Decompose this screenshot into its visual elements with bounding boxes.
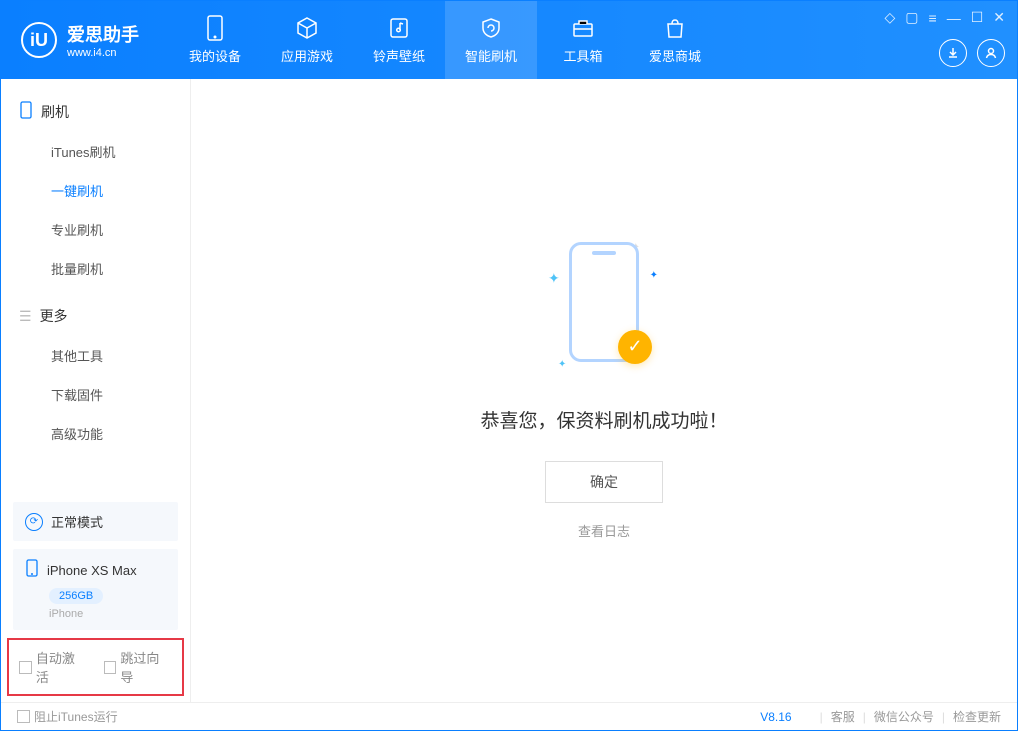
download-button[interactable] [939,39,967,67]
sidebar-item-itunes-flash[interactable]: iTunes刷机 [1,132,190,171]
footer-link-update[interactable]: 检查更新 [953,708,1001,725]
footer-link-wechat[interactable]: 微信公众号 [874,708,934,725]
section-title: 刷机 [41,102,69,122]
highlighted-options: 自动激活 跳过向导 [7,638,184,696]
logo-icon: iU [21,22,57,58]
tab-label: 我的设备 [189,46,241,65]
header-bar: iU 爱思助手 www.i4.cn 我的设备 应用游戏 铃声壁纸 智能刷机 工具… [1,1,1017,79]
tab-label: 工具箱 [563,46,602,65]
success-message: 恭喜您，保资料刷机成功啦！ [480,406,727,433]
sidebar-item-advanced[interactable]: 高级功能 [1,414,190,453]
list-icon: ☰ [19,308,32,325]
sidebar-item-download-fw[interactable]: 下载固件 [1,375,190,414]
sparkle-icon: ✦ [558,359,566,370]
device-icon [203,16,227,40]
tab-smart-flash[interactable]: 智能刷机 [445,1,537,79]
lock-icon[interactable]: ▢ [905,9,918,26]
checkbox-block-itunes[interactable]: 阻止iTunes运行 [17,708,118,725]
sidebar-section-more: ☰ 更多 [1,296,190,336]
storage-badge: 256GB [49,588,103,604]
mode-card[interactable]: ⟳ 正常模式 [13,502,178,541]
tab-my-device[interactable]: 我的设备 [169,1,261,79]
device-name: iPhone XS Max [47,563,137,578]
checkbox-icon [17,710,30,723]
shirt-icon[interactable]: ◇ [885,9,896,26]
sparkle-icon: ✦ [548,270,560,287]
tab-store[interactable]: 爱思商城 [629,1,721,79]
music-icon [387,16,411,40]
section-title: 更多 [40,306,68,326]
close-icon[interactable]: ✕ [993,9,1005,26]
sidebar-item-pro-flash[interactable]: 专业刷机 [1,210,190,249]
sidebar-item-other-tools[interactable]: 其他工具 [1,336,190,375]
version-label: V8.16 [760,710,791,724]
nav-tabs: 我的设备 应用游戏 铃声壁纸 智能刷机 工具箱 爱思商城 [169,1,721,79]
tab-label: 智能刷机 [465,46,517,65]
window-controls: ◇ ▢ ≡ — ☐ ✕ [885,9,1005,26]
check-badge-icon: ✓ [618,330,652,364]
app-name: 爱思助手 [67,21,139,47]
checkbox-auto-activate[interactable]: 自动激活 [19,648,88,686]
sidebar-item-batch-flash[interactable]: 批量刷机 [1,249,190,288]
checkbox-skip-guide[interactable]: 跳过向导 [104,648,173,686]
mode-icon: ⟳ [25,513,43,531]
checkbox-icon [104,661,117,674]
maximize-icon[interactable]: ☐ [971,9,984,26]
main-content: ✦ ✦ ✦ ✦ ✓ 恭喜您，保资料刷机成功啦！ 确定 查看日志 [191,79,1017,702]
mode-label: 正常模式 [51,512,103,531]
tab-label: 爱思商城 [649,46,701,65]
sidebar-item-oneclick-flash[interactable]: 一键刷机 [1,171,190,210]
tab-apps-games[interactable]: 应用游戏 [261,1,353,79]
device-card[interactable]: iPhone XS Max 256GB iPhone [13,549,178,630]
bag-icon [663,16,687,40]
tab-ringtones[interactable]: 铃声壁纸 [353,1,445,79]
success-illustration: ✦ ✦ ✦ ✦ ✓ [544,242,664,382]
phone-icon [19,101,33,122]
cube-icon [295,16,319,40]
sidebar: 刷机 iTunes刷机 一键刷机 专业刷机 批量刷机 ☰ 更多 其他工具 下载固… [1,79,191,702]
app-url: www.i4.cn [67,47,139,59]
footer-bar: 阻止iTunes运行 V8.16 | 客服 | 微信公众号 | 检查更新 [1,702,1017,730]
ok-button[interactable]: 确定 [545,461,663,503]
user-button[interactable] [977,39,1005,67]
tab-label: 铃声壁纸 [373,46,425,65]
footer-link-support[interactable]: 客服 [831,708,855,725]
refresh-shield-icon [479,16,503,40]
tab-label: 应用游戏 [281,46,333,65]
minimize-icon[interactable]: — [947,10,961,26]
menu-icon[interactable]: ≡ [929,10,937,26]
logo-area: iU 爱思助手 www.i4.cn [21,21,139,59]
toolbox-icon [571,16,595,40]
device-type: iPhone [49,608,166,620]
tab-toolbox[interactable]: 工具箱 [537,1,629,79]
view-log-link[interactable]: 查看日志 [578,521,630,540]
phone-icon [25,559,39,582]
checkbox-icon [19,661,32,674]
sidebar-section-flash: 刷机 [1,91,190,132]
sparkle-icon: ✦ [650,270,658,281]
